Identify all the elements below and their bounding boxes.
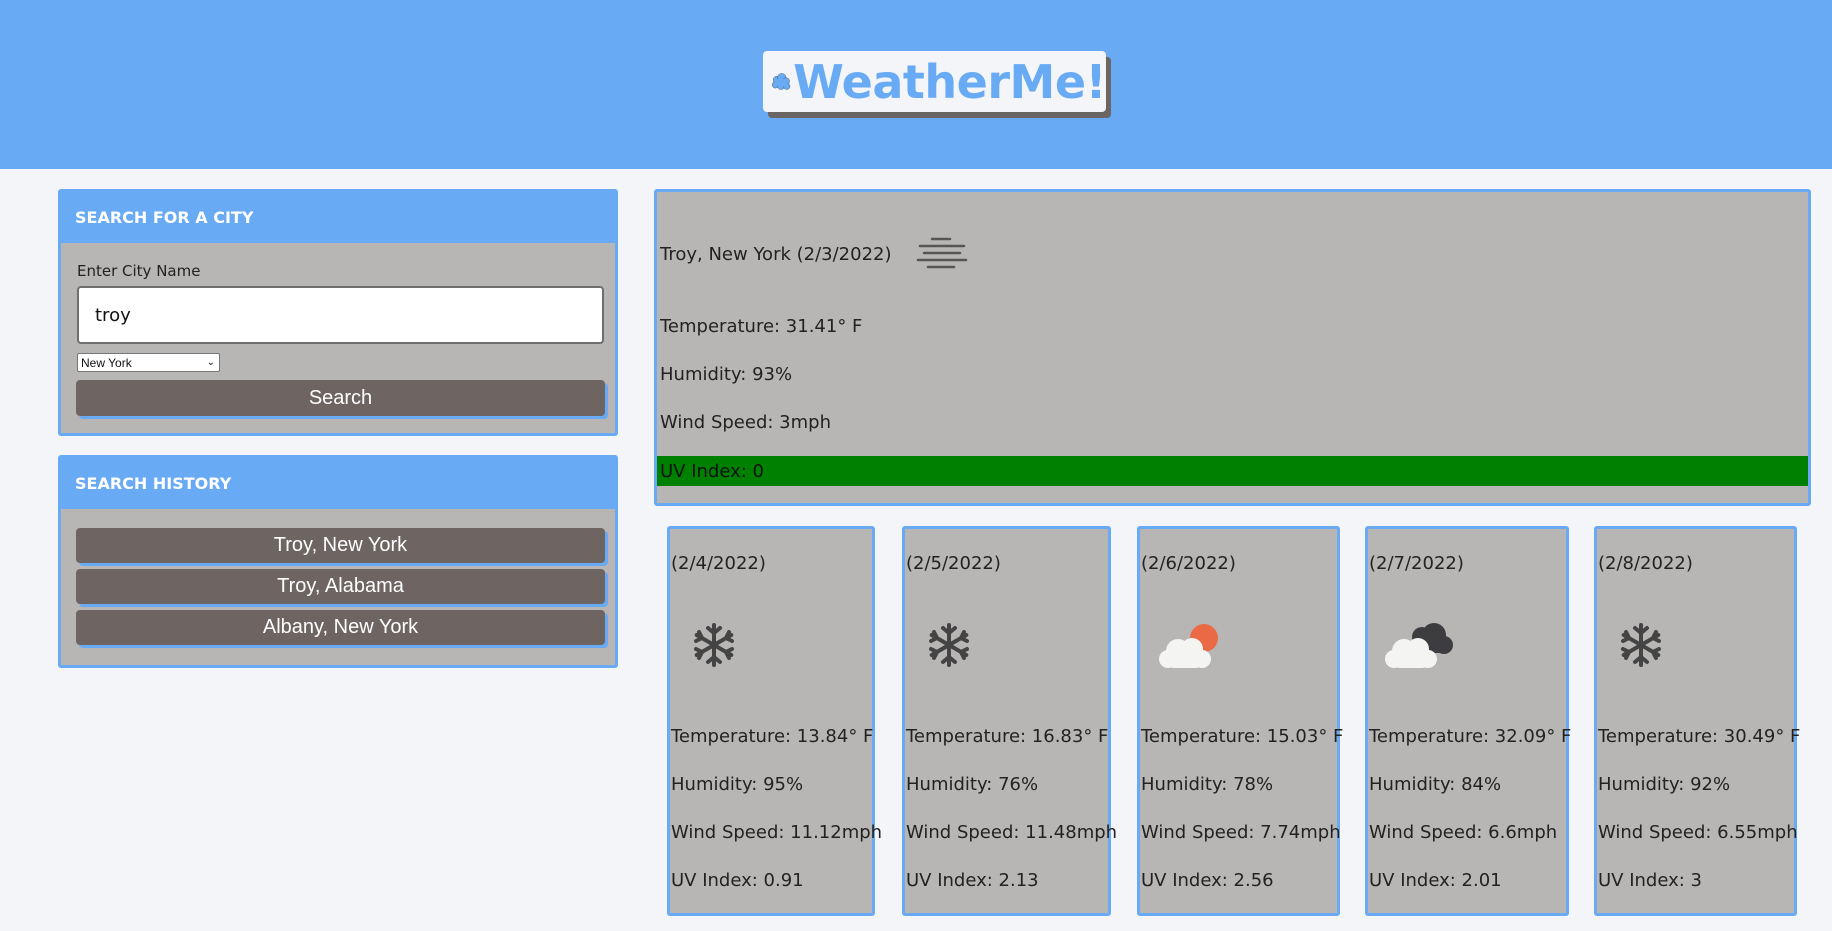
forecast-humidity: Humidity: 92% (1598, 774, 1731, 795)
forecast-card: (2/4/2022) Temperature: 13.84° F Humidit… (667, 526, 882, 916)
forecast-temperature: Temperature: 30.49° F (1598, 726, 1801, 747)
forecast-temperature: Temperature: 15.03° F (1141, 726, 1344, 747)
city-name-label: Enter City Name (77, 262, 201, 280)
forecast-card: (2/5/2022) Temperature: 16.83° F Humidit… (902, 526, 1117, 916)
search-panel-heading: SEARCH FOR A CITY (61, 192, 615, 243)
fog-icon (916, 237, 967, 269)
history-item[interactable]: Troy, Alabama (76, 569, 605, 604)
forecast-card: (2/7/2022) Temperature: 32.09° F Humidit… (1365, 526, 1572, 916)
current-wind-speed: Wind Speed: 3mph (660, 412, 831, 433)
forecast-wind-speed: Wind Speed: 6.6mph (1369, 822, 1558, 843)
current-title-row: Troy, New York (2/3/2022) (660, 234, 970, 274)
forecast-card: (2/8/2022) Temperature: 30.49° F Humidit… (1594, 526, 1801, 916)
snowflake-icon (1621, 623, 1661, 667)
history-item[interactable]: Albany, New York (76, 610, 605, 645)
current-weather-panel: Troy, New York (2/3/2022) Temperature: 3… (654, 189, 1811, 506)
current-humidity: Humidity: 93% (660, 364, 793, 385)
current-uv-index: UV Index: 0 (657, 456, 1808, 486)
forecast-wind-speed: Wind Speed: 7.74mph (1141, 822, 1341, 843)
history-item[interactable]: Troy, New York (76, 528, 605, 563)
snowflake-icon (694, 623, 734, 667)
logo: WeatherMe! (763, 51, 1106, 112)
broken-clouds-icon (1385, 623, 1453, 668)
forecast-uv-index: UV Index: 0.91 (671, 870, 804, 891)
app-title: WeatherMe! (793, 54, 1106, 109)
current-temperature: Temperature: 31.41° F (660, 316, 863, 337)
header: WeatherMe! (0, 0, 1832, 169)
state-select[interactable]: New York ⌄ (77, 353, 220, 372)
history-panel: SEARCH HISTORY Troy, New York Troy, Alab… (58, 455, 618, 668)
forecast-date: (2/5/2022) (906, 553, 1001, 574)
forecast-temperature: Temperature: 13.84° F (671, 726, 874, 747)
forecast-wind-speed: Wind Speed: 6.55mph (1598, 822, 1798, 843)
forecast-wind-speed: Wind Speed: 11.48mph (906, 822, 1118, 843)
forecast-date: (2/6/2022) (1141, 553, 1236, 574)
current-city-date: Troy, New York (2/3/2022) (660, 243, 892, 265)
forecast-card: (2/6/2022) Temperature: 15.03° F Humidit… (1137, 526, 1344, 916)
forecast-humidity: Humidity: 76% (906, 774, 1039, 795)
cloud-icon (771, 72, 791, 90)
snowflake-icon (929, 623, 969, 667)
partly-cloudy-icon (1159, 624, 1218, 668)
forecast-humidity: Humidity: 95% (671, 774, 804, 795)
forecast-humidity: Humidity: 84% (1369, 774, 1502, 795)
search-panel: SEARCH FOR A CITY Enter City Name New Yo… (58, 189, 618, 436)
forecast-temperature: Temperature: 16.83° F (906, 726, 1109, 747)
forecast-wind-speed: Wind Speed: 11.12mph (671, 822, 883, 843)
forecast-temperature: Temperature: 32.09° F (1369, 726, 1572, 747)
forecast-date: (2/7/2022) (1369, 553, 1464, 574)
history-panel-heading: SEARCH HISTORY (61, 458, 615, 509)
forecast-uv-index: UV Index: 2.01 (1369, 870, 1502, 891)
forecast-uv-index: UV Index: 3 (1598, 870, 1703, 891)
forecast-humidity: Humidity: 78% (1141, 774, 1274, 795)
city-name-input[interactable] (77, 286, 604, 344)
state-select-value: New York (81, 355, 132, 370)
forecast-date: (2/8/2022) (1598, 553, 1693, 574)
forecast-uv-index: UV Index: 2.13 (906, 870, 1039, 891)
chevron-down-icon: ⌄ (206, 357, 215, 368)
forecast-date: (2/4/2022) (671, 553, 766, 574)
forecast-uv-index: UV Index: 2.56 (1141, 870, 1274, 891)
search-button[interactable]: Search (76, 380, 605, 416)
